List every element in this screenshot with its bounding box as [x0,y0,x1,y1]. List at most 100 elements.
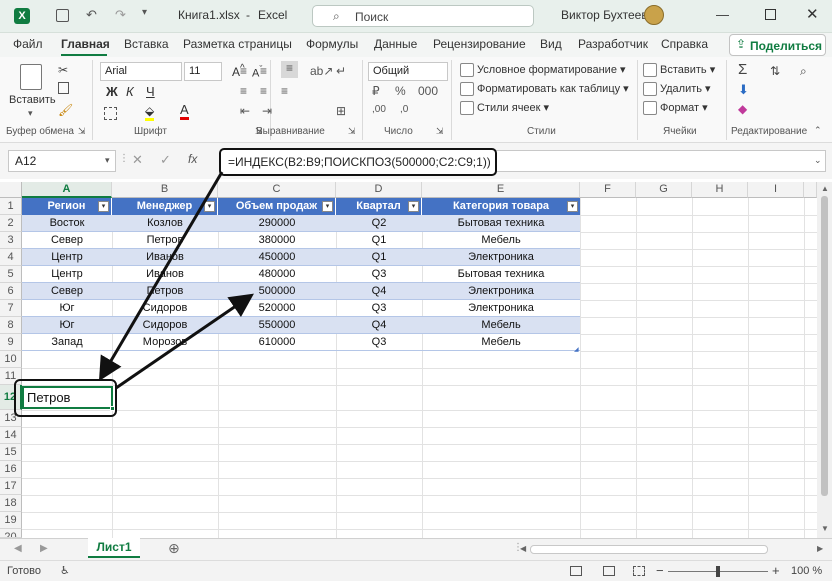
table-cell[interactable]: 380000 [218,232,336,249]
paste-icon[interactable] [20,64,42,90]
normal-view-icon[interactable] [570,566,582,576]
column-header-j[interactable] [804,182,817,198]
bold-icon[interactable]: Ж [106,84,118,99]
tab-formulas[interactable]: Формулы [306,37,358,51]
decrease-decimal-icon[interactable]: ,0 [400,104,408,115]
table-cell[interactable]: Сидоров [112,300,218,317]
table-cell[interactable]: Бытовая техника [422,215,580,232]
formula-highlight[interactable]: =ИНДЕКС(B2:B9;ПОИСКПОЗ(500000;C2:C9;1)) [219,148,497,176]
conditional-formatting-button[interactable]: Условное форматирование ▾ [460,63,626,78]
format-painter-icon[interactable]: 🖌 [58,103,73,117]
table-cell[interactable]: Q1 [336,249,422,266]
table-cell[interactable]: Q3 [336,300,422,317]
table-cell[interactable]: Иванов [112,266,218,283]
row-header-20[interactable]: 20 [0,529,22,538]
select-all-corner[interactable] [0,182,22,198]
table-cell[interactable]: Мебель [422,232,580,249]
table-cell[interactable]: Центр [22,249,112,266]
table-cell[interactable]: Север [22,232,112,249]
row-header-8[interactable]: 8 [0,317,22,334]
align-bottom-icon[interactable]: ≡ [281,61,298,78]
underline-icon[interactable]: Ч [146,84,155,99]
table-cell[interactable]: Электроника [422,283,580,300]
row-header-3[interactable]: 3 [0,232,22,249]
tab-page-layout[interactable]: Разметка страницы [183,37,292,51]
scroll-thumb[interactable] [821,196,828,496]
save-icon[interactable] [56,9,69,22]
row-header-16[interactable]: 16 [0,461,22,478]
avatar[interactable] [644,5,664,25]
borders-icon[interactable] [104,107,117,120]
paste-button[interactable]: Вставить [9,94,56,106]
autosum-icon[interactable]: Σ [738,61,747,78]
table-cell[interactable]: 500000 [218,283,336,300]
sheet-next-icon[interactable]: ▶ [40,543,48,554]
qat-menu-icon[interactable]: ▾ [142,7,147,18]
sheet-prev-icon[interactable]: ◀ [14,543,22,554]
row-header-10[interactable]: 10 [0,351,22,368]
tab-home[interactable]: Главная [61,37,110,51]
table-cell[interactable]: 610000 [218,334,336,351]
table-cell[interactable]: Центр [22,266,112,283]
row-header-6[interactable]: 6 [0,283,22,300]
table-header-cell[interactable]: Менеджер ▾ [112,198,218,215]
table-cell[interactable]: Иванов [112,249,218,266]
filter-dropdown-icon[interactable]: ▾ [408,201,419,212]
table-cell[interactable]: Q4 [336,317,422,334]
table-cell[interactable]: Электроника [422,249,580,266]
share-button[interactable]: ⇪ Поделиться [729,34,826,56]
delete-cells-button[interactable]: Удалить ▾ [643,82,711,97]
column-header-d[interactable]: D [336,182,422,198]
increase-indent-icon[interactable]: ⇥ [262,104,272,118]
add-sheet-icon[interactable]: ⊕ [168,540,180,557]
sheet-tab-1[interactable]: Лист1 [88,538,140,558]
filter-dropdown-icon[interactable]: ▾ [322,201,333,212]
table-cell[interactable]: Q4 [336,283,422,300]
table-cell[interactable]: Восток [22,215,112,232]
cell-styles-button[interactable]: Стили ячеек ▾ [460,101,549,116]
align-left-icon[interactable]: ≡ [240,84,247,98]
percent-icon[interactable]: % [395,84,406,98]
tab-file[interactable]: Файл [13,37,43,51]
orientation-icon[interactable]: ab↗ [310,64,333,78]
table-cell[interactable]: Электроника [422,300,580,317]
tab-view[interactable]: Вид [540,37,562,51]
tab-developer[interactable]: Разработчик [578,37,648,51]
table-cell[interactable]: Бытовая техника [422,266,580,283]
table-cell[interactable]: Q3 [336,266,422,283]
table-cell[interactable]: Сидоров [112,317,218,334]
table-cell[interactable]: 290000 [218,215,336,232]
vertical-scrollbar[interactable]: ▲ ▼ [817,182,832,538]
align-middle-icon[interactable]: ≡ [260,64,267,78]
filter-dropdown-icon[interactable]: ▾ [567,201,578,212]
close-icon[interactable]: ✕ [806,5,819,23]
row-header-4[interactable]: 4 [0,249,22,266]
page-layout-view-icon[interactable] [603,566,615,576]
table-cell[interactable]: 450000 [218,249,336,266]
column-header-b[interactable]: B [112,182,218,198]
horizontal-scrollbar[interactable] [530,545,768,554]
tab-data[interactable]: Данные [374,37,417,51]
row-header-9[interactable]: 9 [0,334,22,351]
italic-icon[interactable]: К [126,84,134,99]
table-cell[interactable]: Юг [22,317,112,334]
hscroll-left-icon[interactable]: ◀ [520,544,526,553]
column-header-a[interactable]: A [22,182,112,198]
tab-insert[interactable]: Вставка [124,37,169,51]
paste-dropdown-icon[interactable]: ▾ [28,108,33,119]
clear-icon[interactable]: ◆ [738,102,747,116]
column-header-h[interactable]: H [692,182,748,198]
redo-icon[interactable]: ↷ [115,7,126,23]
table-cell[interactable]: Q3 [336,334,422,351]
row-header-1[interactable]: 1 [0,198,22,215]
table-cell[interactable]: 520000 [218,300,336,317]
tab-help[interactable]: Справка [661,37,708,51]
table-cell[interactable]: Петров [112,283,218,300]
page-break-view-icon[interactable] [633,566,645,576]
font-size-combo[interactable]: 11 [184,62,222,81]
row-header-5[interactable]: 5 [0,266,22,283]
font-name-combo[interactable]: Arial [100,62,182,81]
column-header-i[interactable]: I [748,182,804,198]
table-cell[interactable]: Q2 [336,215,422,232]
copy-icon[interactable] [58,82,69,94]
